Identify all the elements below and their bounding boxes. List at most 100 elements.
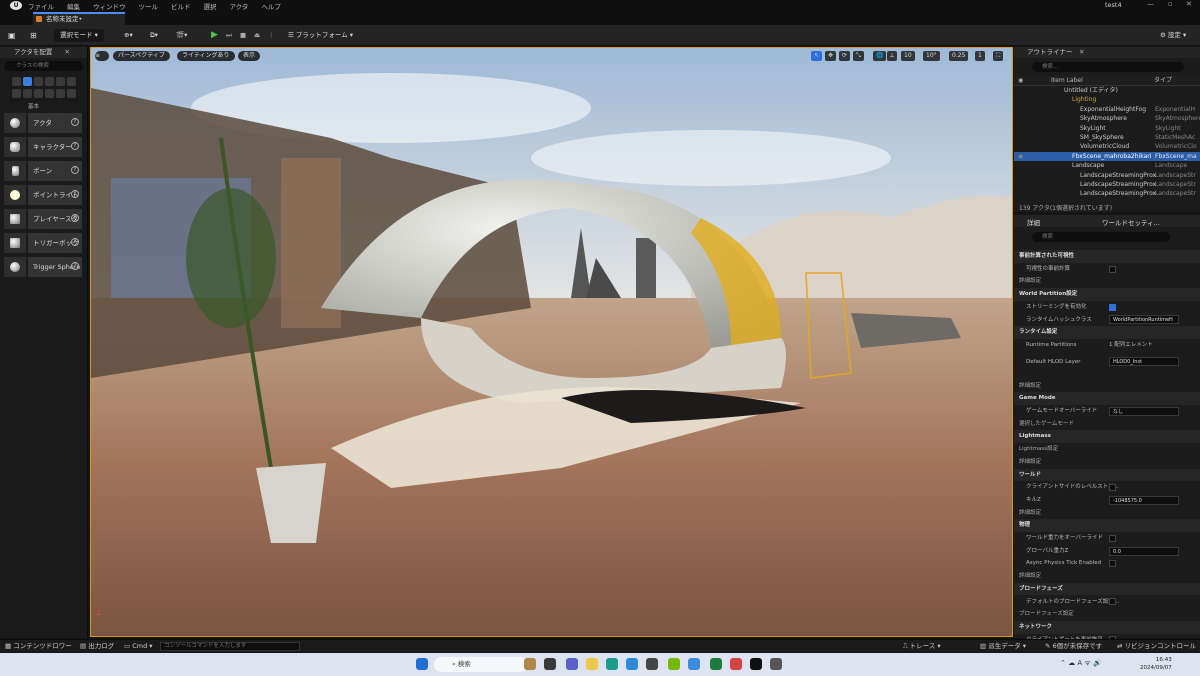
recent-icon[interactable] — [12, 77, 21, 86]
world-settings-tab[interactable]: ワールドセッティ... — [1102, 217, 1160, 227]
widgets-icon[interactable] — [524, 658, 536, 670]
details-property[interactable]: 詳細設定 — [1014, 380, 1200, 393]
save-icon[interactable]: ▣ — [8, 29, 16, 42]
close-panel-icon[interactable]: ✕ — [1079, 47, 1084, 58]
details-property[interactable]: 詳細設定 — [1014, 456, 1200, 469]
lights-icon[interactable] — [34, 77, 43, 86]
all-classes-icon[interactable] — [23, 89, 32, 98]
trigger-box-item[interactable]: トリガーボックス? — [4, 232, 82, 267]
clock[interactable]: 16:43 2024/09/07 — [1140, 656, 1172, 672]
outliner-row[interactable]: Landscape Landscape — [1014, 161, 1200, 170]
epic-launcher-icon[interactable] — [770, 658, 782, 670]
details-property[interactable]: 詳細設定 — [1014, 570, 1200, 583]
actor-item[interactable]: アクタ? — [4, 112, 82, 134]
property-value[interactable]: -1048575.0 — [1109, 495, 1179, 505]
menu-tools[interactable]: ツール — [139, 1, 159, 11]
property-checkbox[interactable] — [1109, 265, 1116, 273]
details-search-input[interactable]: 検索 — [1032, 232, 1170, 242]
excel-icon[interactable] — [710, 658, 722, 670]
details-property[interactable]: 詳細設定 — [1014, 507, 1200, 520]
visibility-eye-icon[interactable]: ◉ — [1018, 152, 1023, 161]
details-property[interactable]: 詳細設定 — [1014, 275, 1200, 288]
navigation-icon[interactable] — [56, 89, 65, 98]
outliner-row[interactable]: ◉ FbxScene_mahroba2hikari FbxScene_ma — [1014, 151, 1200, 162]
help-icon[interactable]: ? — [71, 166, 79, 174]
unreal-logo-icon[interactable]: U — [10, 1, 22, 10]
property-value[interactable]: HLOD0_Inst — [1109, 357, 1179, 367]
maximize-button[interactable]: ▫ — [1168, 0, 1173, 8]
property-checkbox[interactable] — [1109, 484, 1116, 492]
task-view-icon[interactable] — [544, 658, 556, 670]
details-property[interactable]: 選択したゲームモード — [1014, 418, 1200, 431]
settings-button[interactable]: ⚙ 設定 ▾ — [1160, 29, 1186, 42]
close-window-button[interactable]: ✕ — [1186, 0, 1192, 8]
shapes-icon[interactable] — [45, 77, 54, 86]
help-icon[interactable]: ? — [71, 238, 79, 246]
teams-icon[interactable] — [566, 658, 578, 670]
scale-tool-icon[interactable]: ⤡ — [853, 51, 864, 61]
more-icon[interactable]: ⋮ — [268, 29, 275, 42]
help-icon[interactable]: ? — [71, 118, 79, 126]
player-start-item[interactable]: プレイヤースタート? — [4, 208, 82, 243]
property-checkbox[interactable] — [1109, 598, 1116, 606]
rotation-snap-button[interactable]: 10° — [923, 51, 940, 61]
minimize-button[interactable]: — — [1147, 0, 1154, 8]
class-search-input[interactable]: クラスの検索 — [4, 61, 83, 71]
menu-edit[interactable]: 編集 — [67, 1, 80, 11]
grid-snap-button[interactable]: 10 — [901, 51, 915, 61]
details-property[interactable]: ブロードフェーズ設定 — [1014, 608, 1200, 621]
output-log-button[interactable]: ▤ 出力ログ — [80, 641, 114, 652]
chrome-icon[interactable] — [730, 658, 742, 670]
maximize-viewport-icon[interactable]: ⛶ — [993, 51, 1004, 61]
content-drawer-button[interactable]: ▦ コンテンツドロワー — [5, 641, 72, 652]
camera-speed-button[interactable]: 1 — [975, 51, 985, 61]
add-actor-icon[interactable]: ⊕▾ — [124, 29, 133, 42]
outliner-row[interactable]: SkyAtmosphere SkyAtmosphere — [1014, 114, 1200, 123]
level-tab[interactable]: 名称未設定• — [33, 12, 125, 25]
surface-snap-icon[interactable]: ⟂ — [887, 51, 898, 61]
app-icon[interactable] — [688, 658, 700, 670]
platforms-button[interactable]: ☰ プラットフォーム ▾ — [288, 29, 353, 42]
character-item[interactable]: キャラクター? — [4, 136, 82, 158]
help-icon[interactable]: ? — [71, 262, 79, 270]
select-mode-dropdown[interactable]: 選択モード ▾ — [54, 29, 104, 42]
details-section[interactable]: Lightmass — [1014, 430, 1200, 444]
details-section[interactable]: 物理 — [1014, 519, 1200, 532]
menu-actor[interactable]: アクタ — [230, 1, 249, 11]
details-tab[interactable]: 詳細 — [1027, 217, 1040, 227]
details-section[interactable]: 事前計算された可視性 — [1014, 250, 1200, 263]
outliner-row[interactable]: VolumetricCloud VolumetricClo — [1014, 142, 1200, 151]
details-section[interactable]: ランタイム設定 — [1014, 326, 1200, 339]
menu-build[interactable]: ビルド — [171, 1, 191, 11]
taskbar-search[interactable]: ⌕ 検索 — [434, 657, 528, 672]
start-icon[interactable] — [416, 658, 428, 670]
property-value[interactable]: 0.0 — [1109, 546, 1179, 556]
outliner-row[interactable]: ExponentialHeightFog ExponentialH — [1014, 105, 1200, 114]
basic-icon[interactable] — [23, 77, 32, 86]
store-icon[interactable] — [626, 658, 638, 670]
menu-help[interactable]: ヘルプ — [261, 1, 281, 11]
property-value[interactable]: WorldPartitionRuntimeH — [1109, 315, 1179, 325]
trigger-sphere-item[interactable]: Trigger Sphere? — [4, 256, 82, 278]
cinematics-icon[interactable]: 🎬▾ — [176, 29, 187, 42]
outliner-row[interactable]: LandscapeStreamingProx LandscapeStr — [1014, 180, 1200, 189]
property-checkbox[interactable] — [1109, 560, 1116, 568]
rotate-tool-icon[interactable]: ⟳ — [839, 51, 851, 61]
content-icon[interactable]: ⊞ — [30, 29, 37, 42]
translate-tool-icon[interactable]: ✥ — [825, 51, 837, 61]
show-button[interactable]: 表示 — [238, 51, 261, 61]
details-section[interactable]: ネットワーク — [1014, 620, 1200, 634]
property-value[interactable]: なし — [1109, 406, 1179, 416]
derived-data-button[interactable]: ▥ 派生データ ▾ — [980, 641, 1026, 652]
help-icon[interactable]: ? — [71, 214, 79, 222]
perspective-button[interactable]: パースペクティブ — [113, 51, 170, 61]
outliner-row[interactable]: LandscapeStreamingProx LandscapeStr — [1014, 189, 1200, 198]
help-icon[interactable]: ? — [71, 142, 79, 150]
eject-icon[interactable]: ⏏ — [254, 29, 260, 42]
cmd-dropdown[interactable]: ▭ Cmd ▾ — [124, 641, 153, 652]
property-value[interactable]: 1 配列エレメント — [1109, 339, 1153, 352]
menu-window[interactable]: ウィンドウ — [93, 1, 126, 11]
details-section[interactable]: World Partition設定 — [1014, 288, 1200, 301]
details-section[interactable]: ブロードフェーズ — [1014, 582, 1200, 596]
other-icon[interactable] — [67, 89, 76, 98]
